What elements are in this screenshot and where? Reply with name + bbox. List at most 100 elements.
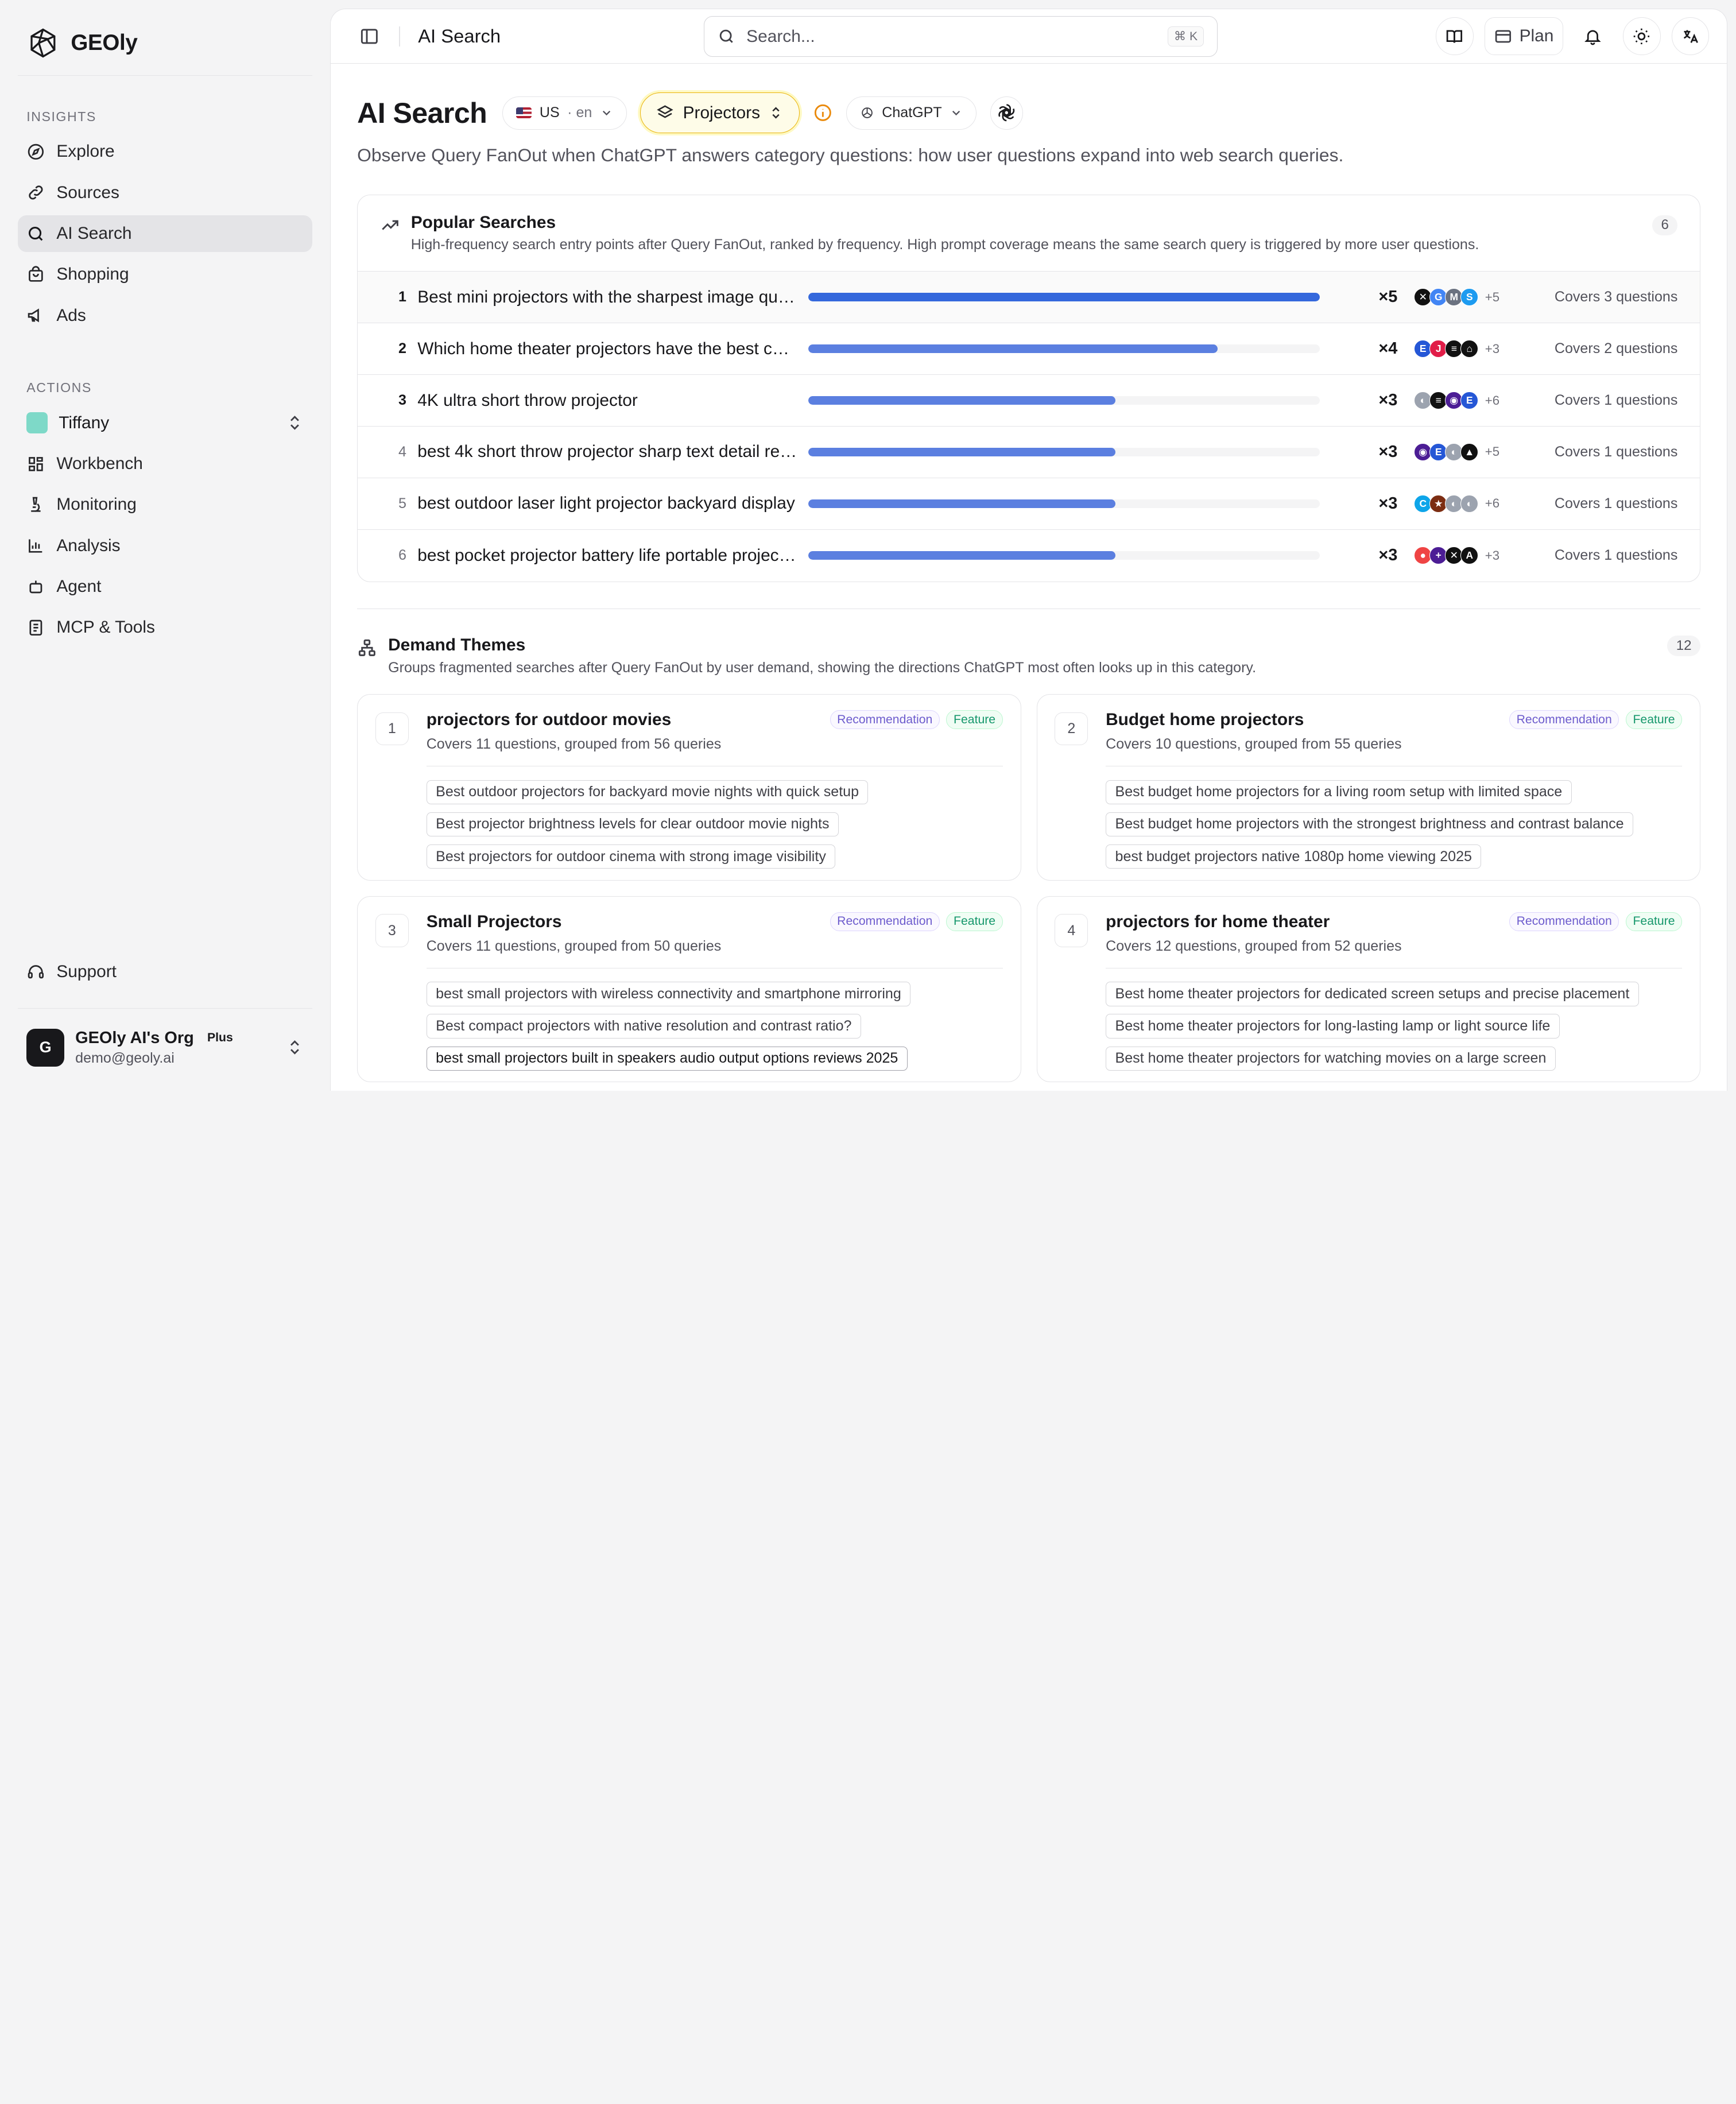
frequency-multiplier: ×3 [1378,391,1398,409]
query-chip[interactable]: Best home theater projectors for long-la… [1106,1014,1560,1039]
sidebar-item-workbench[interactable]: Workbench [18,445,312,482]
notifications-button[interactable] [1574,17,1612,55]
search-query: best pocket projector battery life porta… [417,545,799,565]
frequency-multiplier: ×5 [1378,288,1398,307]
query-chip[interactable]: Best projectors for outdoor cinema with … [426,844,836,869]
sidebar-item-analysis[interactable]: Analysis [18,528,312,564]
insights-section-title: INSIGHTS [26,109,96,124]
docs-button[interactable] [1435,17,1474,55]
more-sources-count: +5 [1485,444,1500,459]
recommendation-tag: Recommendation [1509,710,1619,730]
chatgpt-engine-button[interactable] [990,96,1024,130]
sidebar-item-monitoring[interactable]: Monitoring [18,486,312,523]
bag-icon [29,266,43,282]
demand-theme-card[interactable]: 1 projectors for outdoor movies Covers 11 … [357,693,1021,881]
sidebar-item-label: Agent [56,577,102,596]
demand-theme-card[interactable]: 4 projectors for home theater Covers 12 qu… [1036,896,1700,1083]
query-chip[interactable]: Best outdoor projectors for backyard mov… [426,780,869,805]
frequency-bar [808,293,1320,302]
query-chip[interactable]: best small projectors built in speakers … [426,1046,908,1071]
language-value: · en [567,104,592,121]
info-icon[interactable] [813,103,833,123]
plan-button[interactable]: Plan [1484,17,1563,55]
feature-tag: Feature [1625,912,1683,932]
rank-number: 4 [398,443,406,460]
demand-theme-card[interactable]: 2 Budget home projectors Covers 10 questio… [1036,693,1700,881]
org-switcher[interactable]: G GEOly AI's Org Plus demo@geoly.ai [18,1022,312,1073]
frequency-bar-fill [808,344,1218,354]
search-query: 4K ultra short throw projector [417,390,638,410]
region-select[interactable]: US · en [502,96,627,130]
query-chip[interactable]: Best home theater projectors for dedicat… [1106,982,1639,1006]
topbar: AI Search Search... ⌘ K Plan [330,9,1727,64]
sidebar-item-sources[interactable]: Sources [18,175,312,211]
sidebar-item-label: Explore [56,142,115,161]
query-list: Best budget home projectors for a living… [1106,780,1682,869]
sidebar-item-label: Shopping [56,265,129,284]
language-button[interactable] [1671,17,1710,55]
compass-icon [28,144,44,160]
sidebar-item-label: Ads [56,305,86,325]
table-row[interactable]: 3 4K ultra short throw projector ×3 ◐ ≡ ◉ E +6 C… [358,375,1700,427]
query-chip[interactable]: Best budget home projectors with the str… [1106,812,1634,837]
search-icon [719,29,733,43]
source-favicon-icon: ⌂ [1460,340,1479,358]
grid-icon [29,456,43,471]
search-placeholder: Search... [746,26,815,46]
query-chip[interactable]: best small projectors with wireless conn… [426,982,911,1006]
sidebar-item-support[interactable]: Support [18,954,312,991]
page-subtitle: Observe Query FanOut when ChatGPT answer… [357,144,1344,165]
engine-select[interactable]: ChatGPT [846,96,977,130]
table-row[interactable]: 4 best 4k short throw projector sharp tex… [358,427,1700,478]
recommendation-tag: Recommendation [830,912,940,932]
main-panel: AI Search Search... ⌘ K Plan AI Search U… [330,9,1728,1091]
frequency-bar-fill [808,551,1115,560]
category-value: Projectors [683,103,761,122]
trending-up-icon [382,220,398,230]
translate-icon [1684,30,1699,43]
sidebar-toggle-button[interactable] [357,24,381,48]
demand-theme-card[interactable]: 3 Small Projectors Covers 11 questions, gr… [357,896,1021,1083]
plan-badge: Plus [207,1031,233,1045]
query-chip[interactable]: Best home theater projectors for watchin… [1106,1046,1556,1071]
bell-icon [1584,30,1602,45]
frequency-bar-fill [808,447,1115,457]
sidebar-item-explore[interactable]: Explore [18,133,312,170]
brand[interactable]: GEOly [17,22,312,76]
sidebar-item-shopping[interactable]: Shopping [18,256,312,293]
search-query: Best mini projectors with the sharpest i… [417,287,799,307]
org-name: GEOly AI's Org [75,1028,194,1047]
chevron-up-down-icon [772,107,780,119]
sidebar-item-agent[interactable]: Agent [18,568,312,605]
query-chip[interactable]: best budget projectors native 1080p home… [1106,844,1482,869]
popular-searches-title: Popular Searches [410,212,556,232]
frequency-bar-fill [808,293,1320,302]
theme-toggle-button[interactable] [1622,17,1661,55]
sidebar-item-ai-search[interactable]: AI Search [17,215,312,252]
table-row[interactable]: 5 best outdoor laser light projector back… [358,478,1700,530]
rank-number: 6 [398,547,406,564]
category-select[interactable]: Projectors [640,92,800,134]
table-row[interactable]: 1 Best mini projectors with the sharpest … [358,272,1700,324]
sidebar-item-ads[interactable]: Ads [18,297,312,334]
coverage-text: Covers 1 questions [1554,443,1678,460]
search-query: best outdoor laser light projector backy… [417,494,795,513]
popular-searches-desc: High-frequency search entry points after… [410,237,1479,253]
sidebar-item-mcp-tools[interactable]: MCP & Tools [18,610,312,646]
sidebar-toggle-icon [361,29,378,44]
frequency-bar [808,551,1320,560]
query-chip[interactable]: Best compact projectors with native reso… [426,1014,861,1039]
popular-count-badge: 6 [1652,215,1678,236]
query-chip[interactable]: Best budget home projectors for a living… [1106,780,1572,805]
more-sources-count: +6 [1485,496,1500,511]
query-chip[interactable]: Best projector brightness levels for cle… [426,812,839,837]
coverage-text: Covers 1 questions [1554,392,1678,408]
project-switcher[interactable]: Tiffany [18,405,312,441]
table-row[interactable]: 6 best pocket projector battery life port… [358,530,1700,582]
query-list: best small projectors with wireless conn… [426,982,1003,1071]
query-list: Best outdoor projectors for backyard mov… [426,780,1003,869]
page-title: AI Search [357,96,487,129]
rank-number: 5 [398,495,406,512]
search-input[interactable]: Search... ⌘ K [703,16,1218,57]
table-row[interactable]: 2 Which home theater projectors have the … [358,323,1700,375]
